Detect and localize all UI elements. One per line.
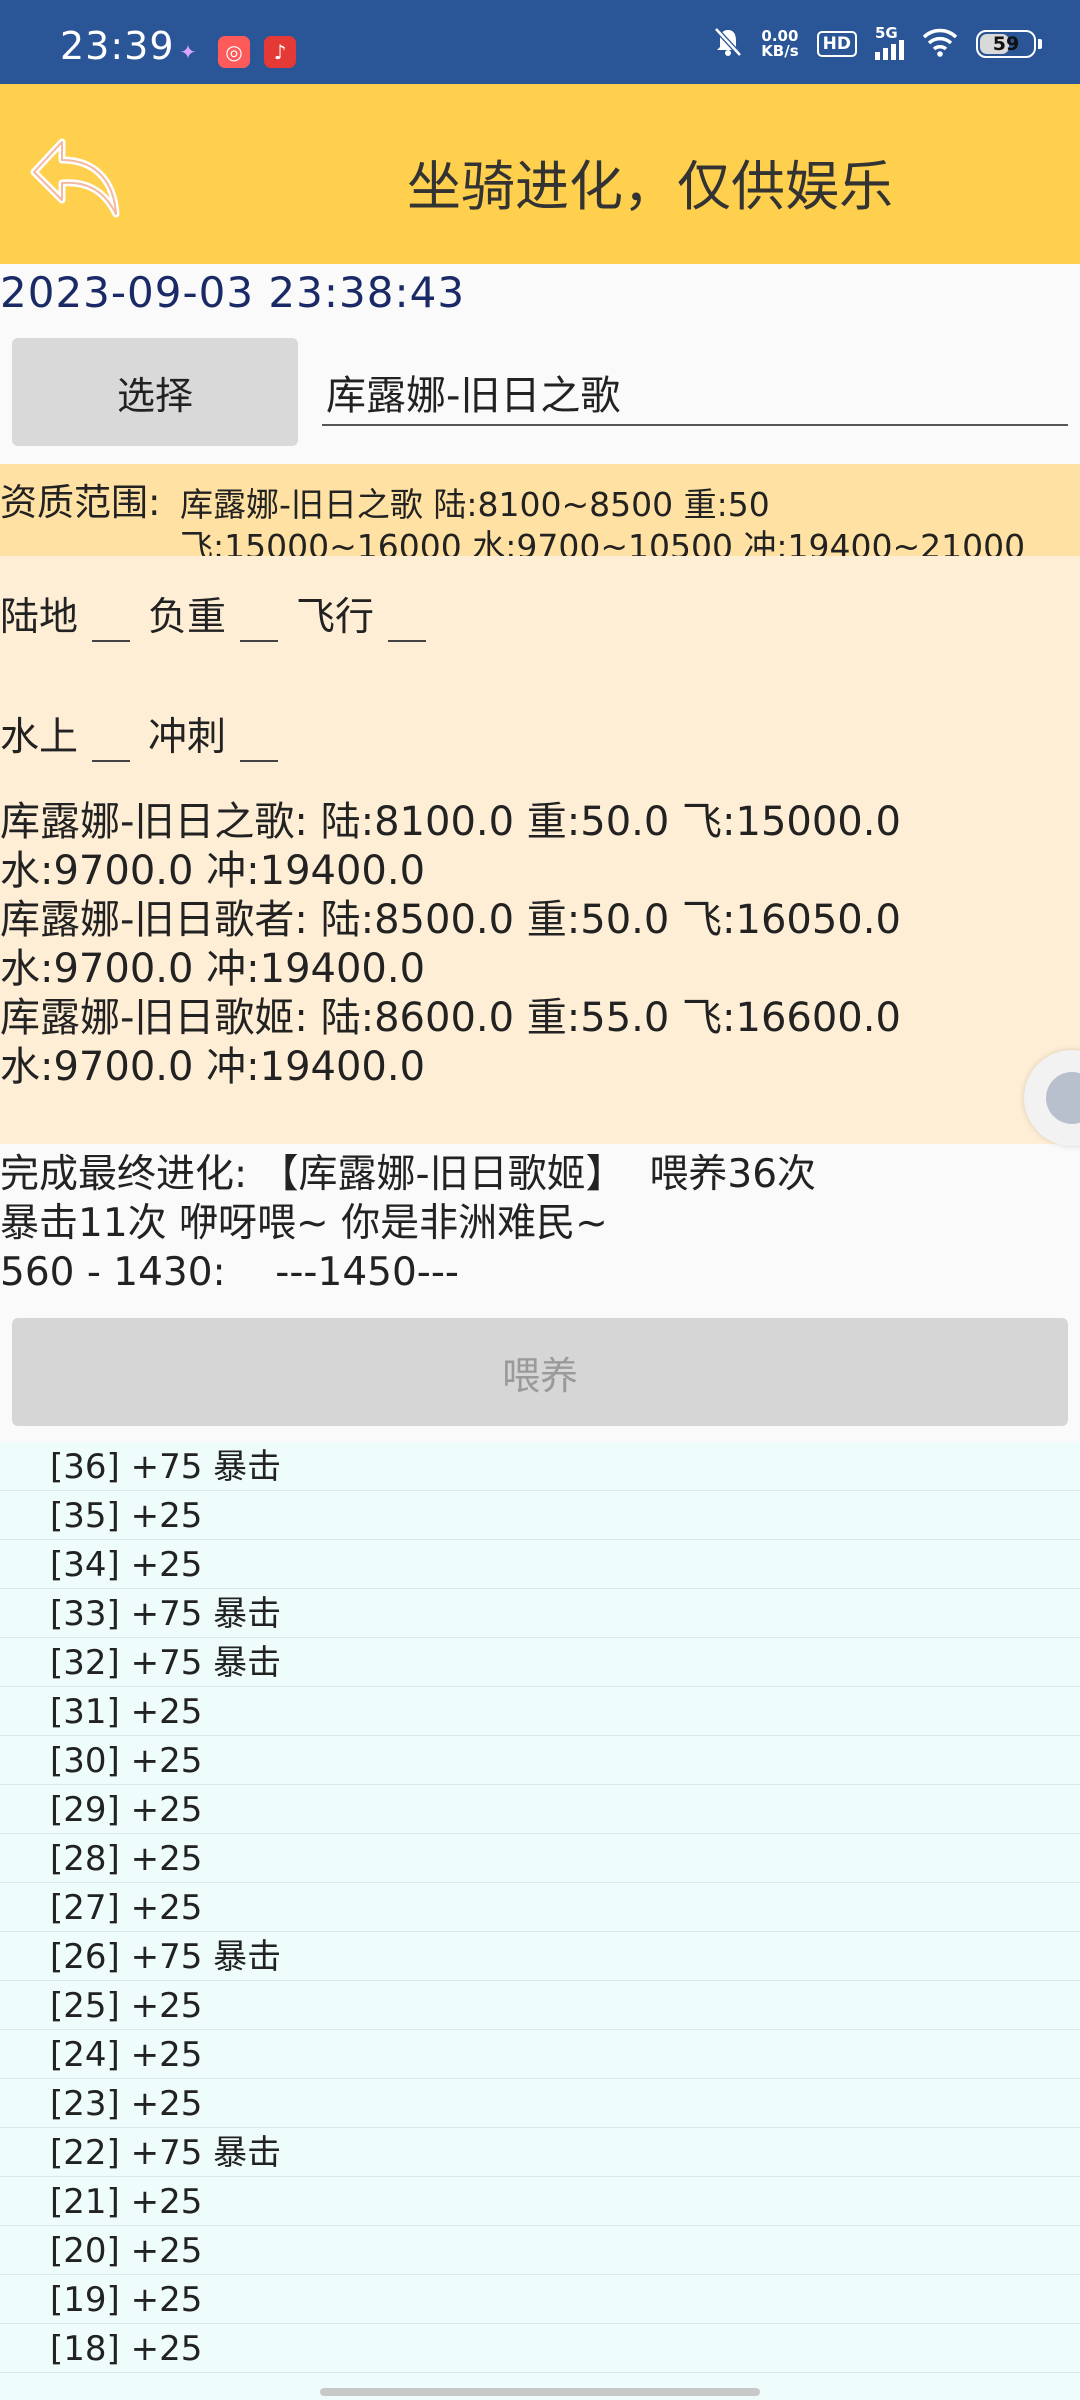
- hd-badge: HD: [816, 31, 857, 57]
- log-row: [35] +25: [0, 1491, 1080, 1540]
- battery-level: 59: [992, 33, 1020, 55]
- log-row: [18] +25: [0, 2324, 1080, 2373]
- feed-log-list[interactable]: [36] +75 暴击 [35] +25 [34] +25 [33] +75 暴…: [0, 1442, 1080, 2400]
- log-row: [36] +75 暴击: [0, 1442, 1080, 1491]
- log-row: [24] +25: [0, 2030, 1080, 2079]
- log-row: [29] +25: [0, 1785, 1080, 1834]
- net-speed: 0.00 KB/s: [761, 29, 798, 59]
- stats-row-1: 陆地 负重 飞行: [0, 586, 444, 642]
- land-label: 陆地: [0, 595, 79, 640]
- stats-row-2: 水上 冲刺: [0, 706, 296, 762]
- home-indicator[interactable]: [320, 2388, 760, 2396]
- timestamp: 2023-09-03 23:38:43: [0, 268, 466, 317]
- log-row: [22] +75 暴击: [0, 2128, 1080, 2177]
- result-line-2: 暴击11次 咿呀喂~ 你是非洲难民~: [0, 1201, 608, 1246]
- log-row: [32] +75 暴击: [0, 1638, 1080, 1687]
- log-row: [26] +75 暴击: [0, 1932, 1080, 1981]
- wifi-icon: [922, 27, 958, 61]
- log-row: [30] +25: [0, 1736, 1080, 1785]
- notification-icons: ✦ ◎ ♪: [172, 36, 296, 68]
- mount-line: 库露娜-旧日歌姬: 陆:8600.0 重:55.0 飞:16600.0: [0, 995, 901, 1041]
- red-app-icon: ◎: [218, 36, 250, 68]
- back-arrow-icon[interactable]: [28, 128, 124, 224]
- log-row: [20] +25: [0, 2226, 1080, 2275]
- result-line-1: 完成最终进化: 【库露娜-旧日歌姬】 喂养36次: [0, 1152, 817, 1197]
- butterfly-app-icon: ✦: [179, 40, 197, 64]
- signal-icon: 5G: [875, 24, 904, 60]
- status-bar: 23:39 ✦ ◎ ♪ 0.00 KB/s HD 5G 59: [0, 0, 1080, 84]
- result-line-3: 560 - 1430: ---1450---: [0, 1250, 459, 1295]
- page-title: 坐骑进化，仅供娱乐: [407, 155, 893, 218]
- status-indicators: 0.00 KB/s HD 5G 59: [713, 24, 1042, 62]
- battery-icon: 59: [976, 30, 1036, 58]
- load-value: [240, 600, 279, 642]
- net-speed-unit: KB/s: [761, 42, 799, 60]
- land-value: [92, 600, 131, 642]
- range-line-1: 库露娜-旧日之歌 陆:8100~8500 重:50: [180, 485, 770, 524]
- log-row: [28] +25: [0, 1834, 1080, 1883]
- feed-button[interactable]: 喂养: [12, 1318, 1068, 1426]
- evolution-result: 完成最终进化: 【库露娜-旧日歌姬】 喂养36次 暴击11次 咿呀喂~ 你是非洲…: [0, 1150, 816, 1297]
- range-label: 资质范围:: [0, 481, 161, 524]
- log-row: [34] +25: [0, 1540, 1080, 1589]
- log-row: [33] +75 暴击: [0, 1589, 1080, 1638]
- fly-value: [388, 600, 427, 642]
- network-type: 5G: [875, 24, 898, 42]
- load-label: 负重: [148, 595, 227, 640]
- mount-line: 库露娜-旧日歌者: 陆:8500.0 重:50.0 飞:16050.0: [0, 897, 901, 943]
- log-row: [23] +25: [0, 2079, 1080, 2128]
- mount-line: 库露娜-旧日之歌: 陆:8100.0 重:50.0 飞:15000.0: [0, 799, 901, 845]
- app-bar: 坐骑进化，仅供娱乐: [0, 84, 1080, 264]
- log-row: [25] +25: [0, 1981, 1080, 2030]
- mount-line: 水:9700.0 冲:19400.0: [0, 1044, 426, 1090]
- log-row: [19] +25: [0, 2275, 1080, 2324]
- sprint-label: 冲刺: [148, 715, 227, 760]
- quality-range-panel: 资质范围: 库露娜-旧日之歌 陆:8100~8500 重:50 飞:15000~…: [0, 464, 1080, 566]
- fly-label: 飞行: [296, 595, 375, 640]
- mount-line: 水:9700.0 冲:19400.0: [0, 946, 426, 992]
- mount-stage-list: 库露娜-旧日之歌: 陆:8100.0 重:50.0 飞:15000.0 水:97…: [0, 798, 901, 1092]
- water-label: 水上: [0, 715, 79, 760]
- log-row: [21] +25: [0, 2177, 1080, 2226]
- mount-select-field[interactable]: [322, 360, 1068, 426]
- select-button[interactable]: 选择: [12, 338, 298, 446]
- music-app-icon: ♪: [264, 36, 296, 68]
- stats-panel: 陆地 负重 飞行 水上 冲刺 库露娜-旧日之歌: 陆:8100.0 重:50.0…: [0, 556, 1080, 1144]
- mount-line: 水:9700.0 冲:19400.0: [0, 848, 426, 894]
- log-row: [31] +25: [0, 1687, 1080, 1736]
- sprint-value: [240, 720, 279, 762]
- assistant-icon: [1046, 1072, 1080, 1124]
- mute-bell-icon: [713, 26, 743, 62]
- water-value: [92, 720, 131, 762]
- log-row: [27] +25: [0, 1883, 1080, 1932]
- status-time: 23:39: [60, 24, 175, 68]
